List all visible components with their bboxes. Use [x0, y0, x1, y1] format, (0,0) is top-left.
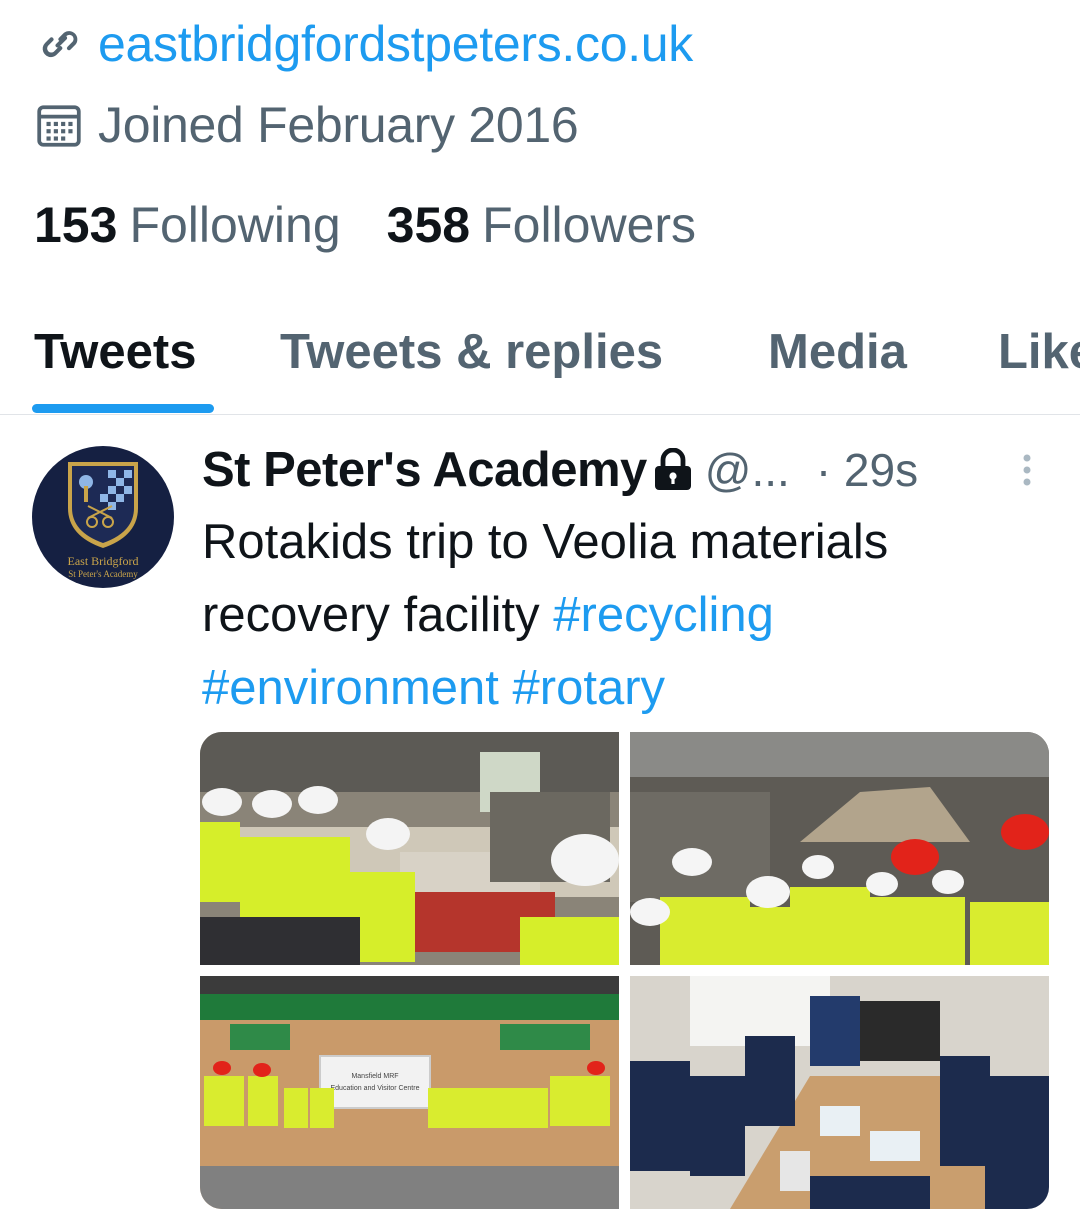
school-crest-logo: East Bridgford St Peter's Academy [68, 462, 139, 579]
calendar-icon [37, 105, 81, 147]
hashtag-environment[interactable]: #environment [202, 661, 499, 715]
followers-count: 358 [386, 197, 471, 253]
hashtag-recycling[interactable]: #recycling [553, 588, 774, 642]
sign-line2: Education and Visitor Centre [331, 1085, 420, 1092]
avatar[interactable]: East Bridgford St Peter's Academy [32, 446, 174, 588]
profile-tabs: Tweets Tweets & replies Media Likes [0, 306, 1080, 415]
more-vertical-icon[interactable] [1020, 450, 1034, 490]
hashtag-rotary[interactable]: #rotary [513, 661, 666, 715]
author-name[interactable]: St Peter's Academy [202, 442, 647, 498]
following-count: 153 [34, 197, 118, 253]
profile-website-row[interactable]: eastbridgfordstpeters.co.uk [34, 14, 693, 74]
tweet-photo-2[interactable] [630, 732, 1049, 965]
sign-line1: Mansfield MRF [351, 1073, 398, 1080]
avatar-text-line2: St Peter's Academy [68, 569, 138, 579]
tab-tweets[interactable]: Tweets [34, 324, 196, 380]
tweet-photo-3[interactable]: Mansfield MRF Education and Visitor Cent… [200, 976, 619, 1209]
following-link[interactable]: 153 Following [34, 196, 387, 254]
active-tab-indicator [32, 404, 214, 413]
tab-tweets-replies[interactable]: Tweets & replies [280, 324, 663, 380]
tweet-body: Rotakids trip to Veolia materials recove… [202, 515, 889, 642]
profile-joined-row: Joined February 2016 [34, 94, 579, 156]
tweet-photo-1[interactable] [200, 732, 619, 965]
tab-likes[interactable]: Likes [998, 324, 1080, 380]
tweet-photo-4[interactable] [630, 976, 1049, 1209]
lock-icon [654, 448, 691, 490]
tweet-timestamp[interactable]: · 29s [816, 443, 918, 497]
avatar-text-line1: East Bridgford [68, 554, 139, 568]
author-handle[interactable]: @... [705, 443, 790, 497]
joined-date: Joined February 2016 [98, 97, 579, 153]
profile-stats: 153 Following 358 Followers [34, 192, 742, 258]
followers-link[interactable]: 358 Followers [387, 196, 742, 254]
followers-label: Followers [482, 197, 697, 253]
website-link[interactable]: eastbridgfordstpeters.co.uk [98, 15, 693, 73]
tweet-header: St Peter's Academy @... · 29s [202, 438, 918, 502]
tab-media[interactable]: Media [768, 324, 907, 380]
link-icon [42, 31, 78, 58]
tweet-text: Rotakids trip to Veolia materials recove… [202, 506, 1062, 725]
following-label: Following [129, 197, 341, 253]
